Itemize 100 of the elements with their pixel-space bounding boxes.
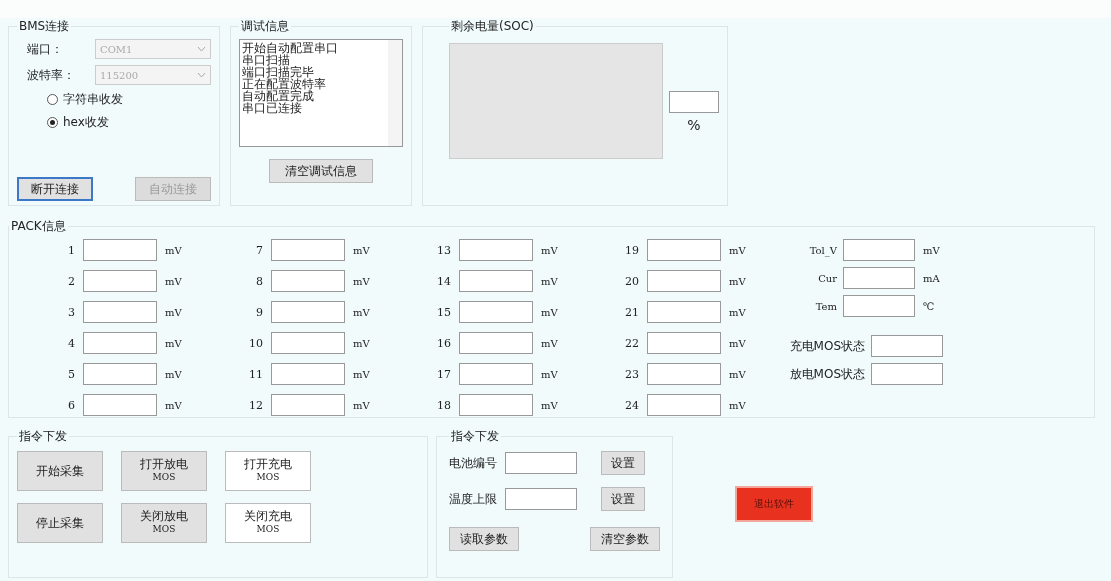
voltage-field[interactable]	[647, 270, 721, 292]
summary-field[interactable]	[843, 239, 915, 261]
mos-state-field[interactable]	[871, 363, 943, 385]
log-line: 串口扫描	[242, 54, 290, 66]
unit-label: mV	[352, 337, 370, 349]
parameter-button[interactable]: 清空参数	[590, 527, 660, 551]
cell-number: 24	[624, 398, 640, 412]
cell-number: 1	[67, 243, 76, 257]
summary-label: Tem	[814, 300, 838, 312]
unit-label: mV	[728, 399, 746, 411]
command-button[interactable]: 停止采集	[17, 503, 103, 543]
log-line: 自动配置完成	[242, 90, 314, 102]
voltage-field[interactable]	[647, 363, 721, 385]
unit-label: mV	[352, 244, 370, 256]
unit-label: mV	[164, 368, 182, 380]
voltage-field[interactable]	[271, 332, 345, 354]
parameter-field[interactable]	[505, 488, 577, 510]
voltage-field[interactable]	[647, 239, 721, 261]
summary-field[interactable]	[843, 295, 915, 317]
set-button[interactable]: 设置	[601, 487, 645, 511]
unit-label: mV	[540, 244, 558, 256]
cell-number: 17	[436, 367, 452, 381]
unit-label: mV	[352, 306, 370, 318]
cell-number: 4	[67, 336, 76, 350]
command-button[interactable]: 开始采集	[17, 451, 103, 491]
parameter-field[interactable]	[505, 452, 577, 474]
scrollbar[interactable]	[388, 40, 402, 146]
voltage-field[interactable]	[459, 363, 533, 385]
unit-label: mV	[352, 275, 370, 287]
percent-label: %	[687, 117, 701, 133]
set-button[interactable]: 设置	[601, 451, 645, 475]
command-button[interactable]: 关闭放电 MOS	[121, 503, 207, 543]
group-title: 指令下发	[450, 428, 500, 445]
voltage-field[interactable]	[83, 239, 157, 261]
log-line: 串口已连接	[242, 102, 302, 114]
cell-number: 9	[255, 305, 264, 319]
voltage-field[interactable]	[647, 332, 721, 354]
unit-label: mV	[164, 244, 182, 256]
cell-number: 18	[436, 398, 452, 412]
summary-label: Tol_V	[808, 244, 838, 256]
voltage-field[interactable]	[271, 301, 345, 323]
unit-label: mV	[728, 244, 746, 256]
unit-label: mV	[352, 368, 370, 380]
voltage-field[interactable]	[459, 301, 533, 323]
unit-label: mV	[164, 399, 182, 411]
voltage-field[interactable]	[459, 332, 533, 354]
soc-field[interactable]	[669, 91, 719, 113]
voltage-field[interactable]	[83, 363, 157, 385]
cell-number: 8	[255, 274, 264, 288]
cell-number: 5	[67, 367, 76, 381]
cell-number: 13	[436, 243, 452, 257]
voltage-field[interactable]	[83, 332, 157, 354]
radio-button[interactable]	[47, 94, 58, 105]
log-line: 端口扫描完毕	[242, 66, 314, 78]
command-button[interactable]: 关闭充电 MOS	[225, 503, 311, 543]
voltage-field[interactable]	[271, 363, 345, 385]
parameter-label: 电池编号	[449, 454, 497, 472]
voltage-field[interactable]	[459, 239, 533, 261]
cell-number: 7	[255, 243, 264, 257]
voltage-field[interactable]	[271, 394, 345, 416]
command-button[interactable]: 打开放电 MOS	[121, 451, 207, 491]
unit-label: mV	[352, 399, 370, 411]
voltage-field[interactable]	[459, 394, 533, 416]
parameter-label: 温度上限	[449, 490, 497, 508]
unit-label: mV	[164, 306, 182, 318]
group-title: 指令下发	[18, 428, 68, 445]
cell-number: 16	[436, 336, 452, 350]
voltage-field[interactable]	[647, 394, 721, 416]
voltage-field[interactable]	[83, 301, 157, 323]
voltage-field[interactable]	[647, 301, 721, 323]
command-button[interactable]: 打开充电 MOS	[225, 451, 311, 491]
parameter-button[interactable]: 读取参数	[449, 527, 519, 551]
cell-number: 14	[436, 274, 452, 288]
port-label: 端口：	[26, 40, 64, 58]
group-title: 调试信息	[240, 18, 290, 35]
voltage-field[interactable]	[83, 394, 157, 416]
voltage-field[interactable]	[459, 270, 533, 292]
summary-field[interactable]	[843, 267, 915, 289]
cell-number: 20	[624, 274, 640, 288]
group-title: BMS连接	[18, 18, 71, 35]
unit-label: mV	[728, 337, 746, 349]
unit-label: mV	[164, 337, 182, 349]
unit-label: mV	[728, 306, 746, 318]
radio-button[interactable]	[47, 117, 58, 128]
cell-number: 6	[67, 398, 76, 412]
mos-state-field[interactable]	[871, 335, 943, 357]
baud-label: 波特率：	[26, 66, 76, 84]
unit-label: mV	[540, 399, 558, 411]
caret-icon	[197, 46, 206, 52]
voltage-field[interactable]	[271, 270, 345, 292]
connect-button[interactable]: 断开连接	[17, 177, 93, 201]
unit-label: mA	[922, 272, 940, 284]
clear-debug-button[interactable]: 清空调试信息	[269, 159, 373, 183]
unit-label: mV	[540, 306, 558, 318]
radio-label: hex收发	[63, 114, 109, 131]
voltage-field[interactable]	[271, 239, 345, 261]
mos-state-label: 充电MOS状态	[788, 337, 866, 355]
cell-number: 3	[67, 305, 76, 319]
mos-state-label: 放电MOS状态	[788, 365, 866, 383]
voltage-field[interactable]	[83, 270, 157, 292]
